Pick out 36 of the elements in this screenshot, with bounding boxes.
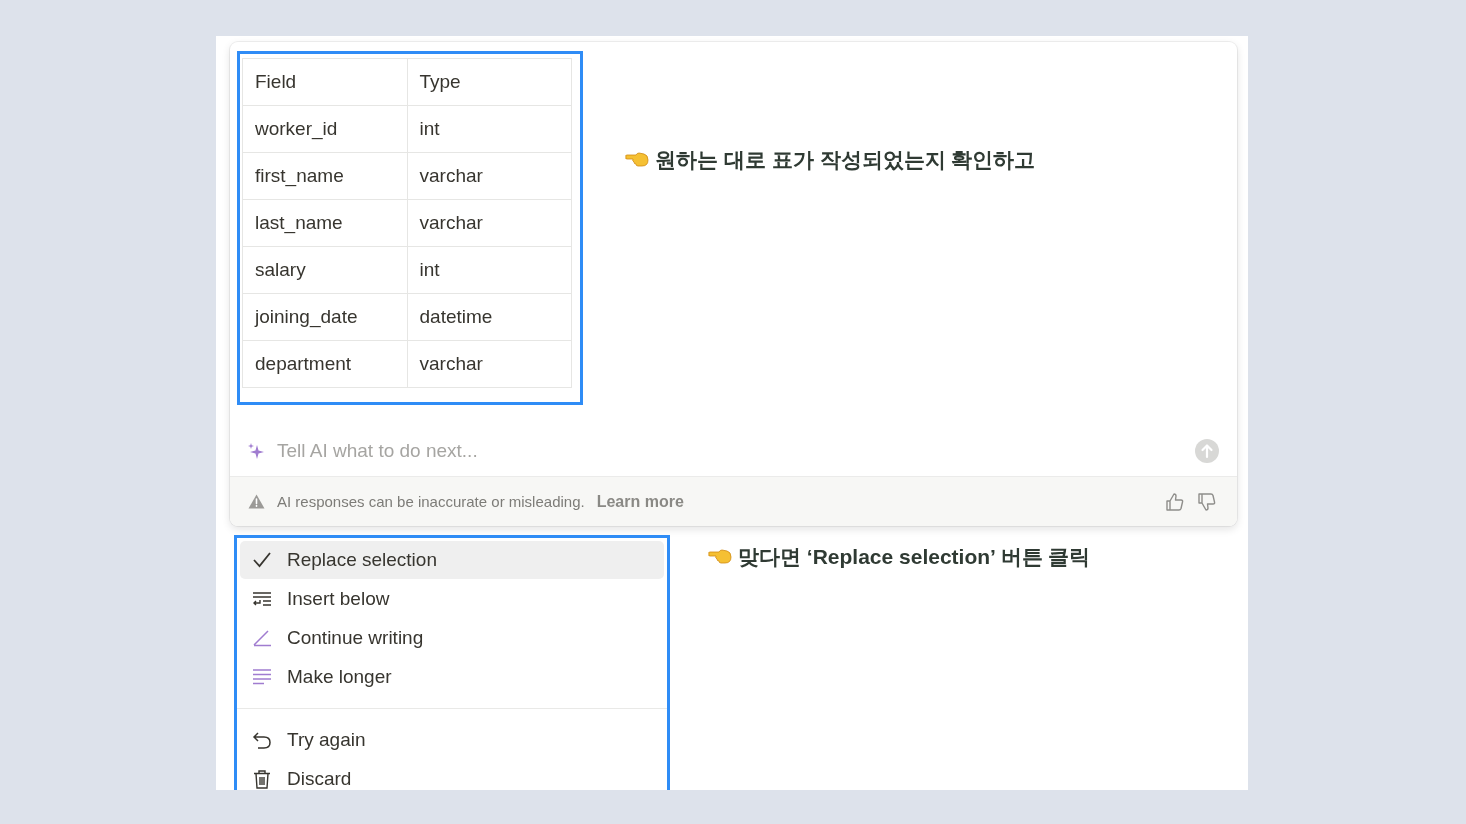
table-header-cell: Type [407,58,572,106]
undo-arrow-icon [252,730,272,750]
table-cell: varchar [407,340,572,388]
table-cell: varchar [407,199,572,247]
warning-icon [248,494,265,509]
table-cell: varchar [407,152,572,200]
table-cell: department [242,340,407,388]
table-cell: datetime [407,293,572,341]
text-lines-icon [252,667,272,687]
table-cell: joining_date [242,293,407,341]
menu-item[interactable]: Discard [240,760,664,790]
menu-item[interactable]: Try again [240,721,664,759]
sparkle-icon [247,442,265,460]
disclaimer-text: AI responses can be inaccurate or misleading. [277,493,585,510]
thumbs-down-icon[interactable] [1197,491,1217,512]
table-cell: last_name [242,199,407,247]
menu-item[interactable]: Make longer [240,658,664,696]
pointing-hand-icon [625,152,649,168]
menu-item[interactable]: Continue writing [240,619,664,657]
annotation-text: 맞다면 ‘Replace selection’ 버튼 클릭 [738,544,1091,570]
menu-item[interactable]: Insert below [240,580,664,618]
thumbs-up-icon[interactable] [1165,491,1185,512]
pointing-hand-icon [708,549,732,565]
table-cell: int [407,105,572,153]
table-cell: salary [242,246,407,294]
lines-arrow-icon [252,589,272,609]
table-cell: int [407,246,572,294]
menu-item[interactable]: Replace selection [240,541,664,579]
trash-icon [252,769,272,789]
table-cell: worker_id [242,105,407,153]
prompt-input-field[interactable]: Tell AI what to do next... [277,440,1183,462]
annotation-text: 원하는 대로 표가 작성되었는지 확인하고 [655,147,1036,173]
table-header-cell: Field [242,58,407,106]
table-cell: first_name [242,152,407,200]
pencil-line-icon [252,628,272,648]
checkmark-icon [252,550,272,570]
